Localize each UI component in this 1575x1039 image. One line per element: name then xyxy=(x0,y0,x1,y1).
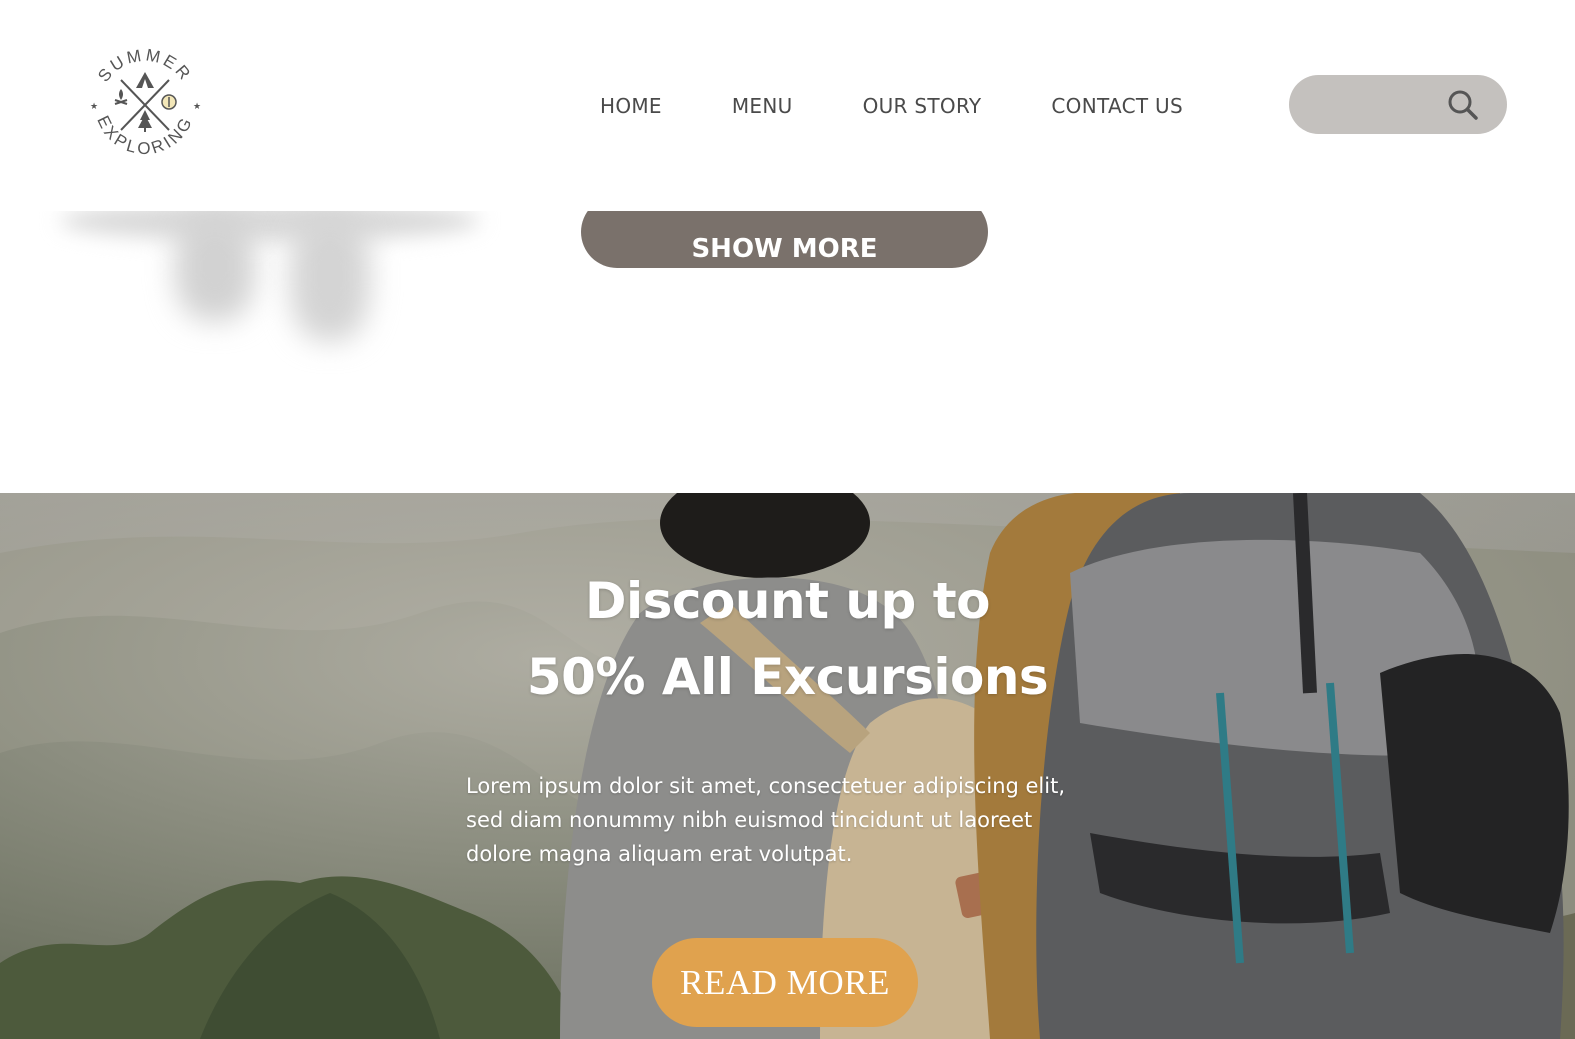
site-header: SUMMER EXPLORING ★ ★ HOME MENU OUR STORY… xyxy=(0,0,1575,211)
nav-contact-us-link[interactable]: CONTACT US xyxy=(1051,94,1183,118)
search-box xyxy=(1289,75,1507,134)
brand-logo[interactable]: SUMMER EXPLORING ★ ★ xyxy=(78,38,212,172)
hero-description-line-1: Lorem ipsum dolor sit amet, consectetuer… xyxy=(466,774,1066,798)
hero-title: Discount up to 50% All Excursions xyxy=(0,563,1575,715)
nav-home-link[interactable]: HOME xyxy=(600,94,662,118)
svg-text:★: ★ xyxy=(193,102,201,112)
svg-text:★: ★ xyxy=(90,102,98,112)
hero-description-line-3: dolore magna aliquam erat volutpat. xyxy=(466,842,853,866)
hero-title-line-2: 50% All Excursions xyxy=(526,648,1049,706)
blurred-decoration xyxy=(0,201,500,371)
search-input[interactable] xyxy=(1311,85,1451,125)
hero-banner: Discount up to 50% All Excursions Lorem … xyxy=(0,493,1575,1039)
camping-logo-icon: SUMMER EXPLORING ★ ★ xyxy=(90,45,201,158)
show-more-label: SHOW MORE xyxy=(691,234,878,264)
search-icon[interactable] xyxy=(1447,89,1479,121)
hero-title-line-1: Discount up to xyxy=(585,572,990,630)
main-nav: HOME MENU OUR STORY CONTACT US xyxy=(600,86,1183,126)
hero-description-line-2: sed diam nonummy nibh euismod tincidunt … xyxy=(466,808,1033,832)
read-more-button[interactable]: READ MORE xyxy=(652,938,918,1027)
hero-description: Lorem ipsum dolor sit amet, consectetuer… xyxy=(466,769,1126,871)
nav-our-story-link[interactable]: OUR STORY xyxy=(863,94,982,118)
nav-menu-link[interactable]: MENU xyxy=(732,94,793,118)
